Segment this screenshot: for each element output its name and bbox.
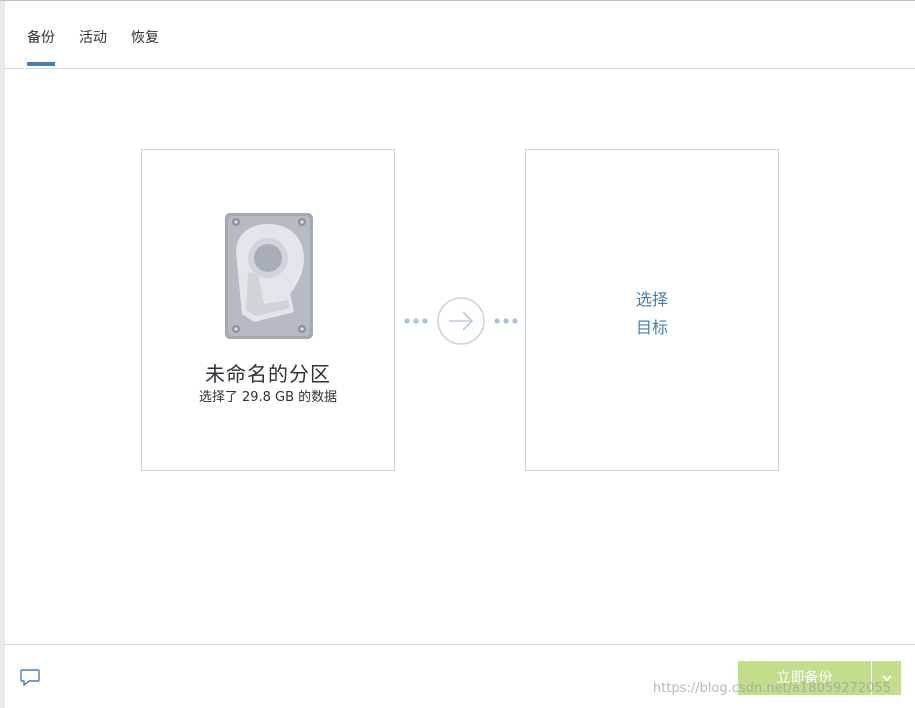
- select-target-line2: 目标: [635, 318, 668, 337]
- source-size-text: 选择了 29.8 GB 的数据: [198, 390, 338, 405]
- backup-window: 备份 活动 恢复 未命名的分区 选择了 29.8 GB 的数据 选择 目标 立即…: [0, 0, 915, 708]
- tab-restore[interactable]: 恢复: [131, 27, 159, 47]
- tab-activity[interactable]: 活动: [79, 27, 107, 47]
- arrow-right-icon: [404, 297, 518, 345]
- watermark: https://blog.csdn.net/a18059272055: [653, 681, 892, 696]
- bottom-bar: 立即备份: [5, 644, 915, 708]
- backup-target-card[interactable]: 选择 目标: [525, 149, 779, 471]
- left-edge: [0, 1, 5, 708]
- tab-backup[interactable]: 备份: [27, 27, 55, 66]
- source-title: 未命名的分区: [205, 362, 331, 386]
- select-target-line1: 选择: [635, 290, 668, 309]
- chat-bubble-icon[interactable]: [19, 668, 41, 688]
- select-target-label[interactable]: 选择 目标: [526, 286, 778, 342]
- tab-bar: 备份 活动 恢复: [5, 1, 915, 69]
- backup-source-card[interactable]: 未命名的分区 选择了 29.8 GB 的数据: [141, 149, 395, 471]
- hard-disk-icon: [225, 213, 313, 339]
